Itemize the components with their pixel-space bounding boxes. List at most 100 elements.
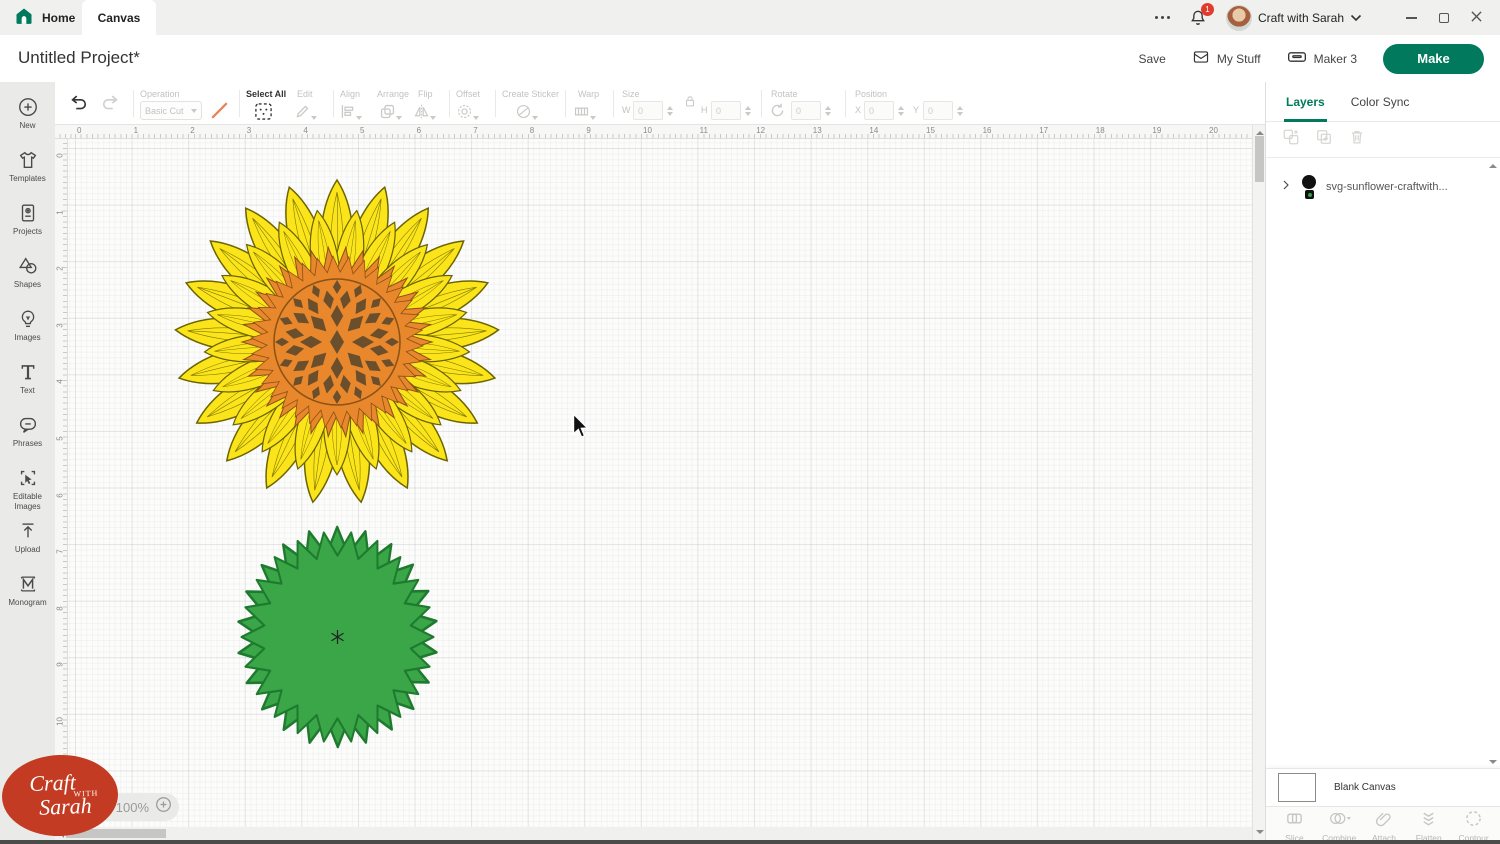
flatten-button[interactable]: Flatten [1406, 809, 1451, 843]
redo-button[interactable] [99, 92, 121, 119]
save-button[interactable]: Save [1138, 52, 1165, 66]
notifications-button[interactable]: 1 [1188, 8, 1208, 28]
create-sticker-button[interactable] [515, 103, 538, 125]
position-x-input[interactable]: 0 [864, 101, 894, 120]
sidebar-item-text[interactable]: Text [0, 355, 55, 408]
position-y-input[interactable]: 0 [923, 101, 953, 120]
color-swatch[interactable] [210, 101, 229, 125]
lock-icon[interactable] [683, 94, 697, 113]
attach-icon [1374, 809, 1393, 833]
left-rail: NewTemplatesProjectsShapesImages Text Phra… [0, 82, 55, 840]
layer-name: svg-sunflower-craftwith... [1326, 181, 1448, 193]
scroll-up-icon[interactable] [1256, 127, 1264, 135]
chevron-down-icon [191, 109, 197, 113]
canvas-vertical-scrollbar[interactable] [1252, 125, 1265, 840]
rotate-input[interactable]: 0 [791, 101, 821, 120]
tab-layers[interactable]: Layers [1286, 82, 1325, 122]
layer-expand-chevron-icon[interactable] [1280, 178, 1292, 196]
blank-canvas-row[interactable]: Blank Canvas [1266, 768, 1500, 806]
align-button[interactable] [339, 103, 362, 125]
window-minimize-button[interactable] [1406, 17, 1417, 19]
ruler-number: 4 [303, 126, 307, 135]
slice-button[interactable]: Slice [1272, 809, 1317, 843]
canvas-color-swatch[interactable] [1278, 773, 1316, 802]
sidebar-item-images[interactable]: Images [0, 302, 55, 355]
size-h-stepper[interactable] [742, 101, 753, 120]
group-button[interactable] [1282, 128, 1300, 151]
sidebar-item-templates[interactable]: Templates [0, 143, 55, 196]
combine-button[interactable]: Combine [1317, 809, 1362, 843]
layers-list-scrollbar[interactable] [1488, 160, 1498, 768]
vertical-scroll-thumb[interactable] [1255, 136, 1264, 182]
rotate-button[interactable] [769, 102, 786, 124]
size-w-stepper[interactable] [664, 101, 675, 120]
delete-button[interactable] [1348, 128, 1366, 151]
arrange-button[interactable] [379, 103, 402, 125]
ruler-number: 6 [417, 126, 421, 135]
machine-selector[interactable]: Maker 3 [1287, 49, 1357, 68]
size-label: Size [622, 89, 640, 99]
tab-canvas[interactable]: Canvas [82, 0, 156, 35]
warp-button[interactable] [573, 103, 596, 125]
tab-color-sync[interactable]: Color Sync [1351, 82, 1410, 122]
attach-button[interactable]: Attach [1362, 809, 1407, 843]
ruler-number: 5 [360, 126, 364, 135]
upload-icon [17, 520, 39, 542]
ruler-number: 17 [1039, 126, 1048, 135]
sidebar-item-label: Editable Images [0, 492, 55, 512]
rotate-stepper[interactable] [822, 101, 833, 120]
account-menu[interactable]: Craft with Sarah [1226, 5, 1362, 31]
size-h-input[interactable]: 0 [711, 101, 741, 120]
warp-label: Warp [578, 89, 599, 99]
zoom-level: 100% [116, 800, 149, 815]
edit-button[interactable] [294, 103, 317, 125]
window-close-button[interactable] [1471, 9, 1482, 27]
arrange-label: Arrange [377, 89, 409, 99]
titlebar: Home Canvas 1 Craft with Sarah [0, 0, 1500, 35]
sidebar-item-label: Phrases [13, 439, 42, 449]
duplicate-button[interactable] [1315, 128, 1333, 151]
scroll-up-icon[interactable] [1489, 160, 1497, 168]
leaf-backing-artwork[interactable] [235, 523, 440, 756]
more-menu-icon[interactable] [1155, 16, 1170, 19]
envelope-icon [1192, 49, 1210, 68]
canvas-horizontal-scrollbar[interactable] [55, 827, 1252, 840]
sunflower-artwork[interactable] [167, 172, 507, 517]
zoom-in-icon[interactable] [155, 796, 172, 818]
my-stuff-button[interactable]: My Stuff [1192, 49, 1261, 68]
sidebar-item-upload[interactable]: Upload [0, 514, 55, 567]
home-button[interactable]: Home [14, 0, 75, 35]
offset-button[interactable] [456, 103, 479, 125]
bell-icon [1188, 15, 1208, 32]
scroll-down-icon[interactable] [1256, 830, 1264, 838]
sidebar-item-editable-images[interactable]: Editable Images [0, 461, 55, 514]
contour-button[interactable]: Contour [1451, 809, 1496, 843]
position-x-stepper[interactable] [895, 101, 906, 120]
canvas-area[interactable]: 01234567891011121314151617181920 0123456… [55, 125, 1265, 840]
sidebar-item-projects[interactable]: Projects [0, 196, 55, 249]
layer-row[interactable]: svg-sunflower-craftwith... [1266, 168, 1500, 206]
sidebar-item-shapes[interactable]: Shapes [0, 249, 55, 302]
shapes-icon [17, 255, 39, 277]
home-icon [14, 6, 34, 29]
sidebar-item-label: Text [20, 386, 35, 396]
operation-select[interactable]: Basic Cut [140, 101, 202, 120]
sidebar-item-new[interactable]: New [0, 90, 55, 143]
window-maximize-button[interactable] [1439, 13, 1449, 23]
scroll-down-icon[interactable] [1489, 760, 1497, 768]
flip-button[interactable] [413, 103, 436, 125]
position-y-stepper[interactable] [954, 101, 965, 120]
text-icon [17, 361, 39, 383]
sidebar-item-monogram[interactable]: Monogram [0, 567, 55, 620]
header: Untitled Project* Save My Stuff Maker 3 … [0, 35, 1500, 82]
ruler-number: 16 [983, 126, 992, 135]
size-w-input[interactable]: 0 [633, 101, 663, 120]
undo-button[interactable] [68, 92, 90, 119]
ruler-number: 6 [56, 490, 65, 500]
make-button[interactable]: Make [1383, 44, 1484, 74]
select-all-button[interactable] [254, 102, 273, 126]
select-all-label: Select All [246, 89, 286, 99]
sidebar-item-phrases[interactable]: Phrases [0, 408, 55, 461]
contour-icon [1464, 809, 1483, 833]
edit-label: Edit [297, 89, 313, 99]
